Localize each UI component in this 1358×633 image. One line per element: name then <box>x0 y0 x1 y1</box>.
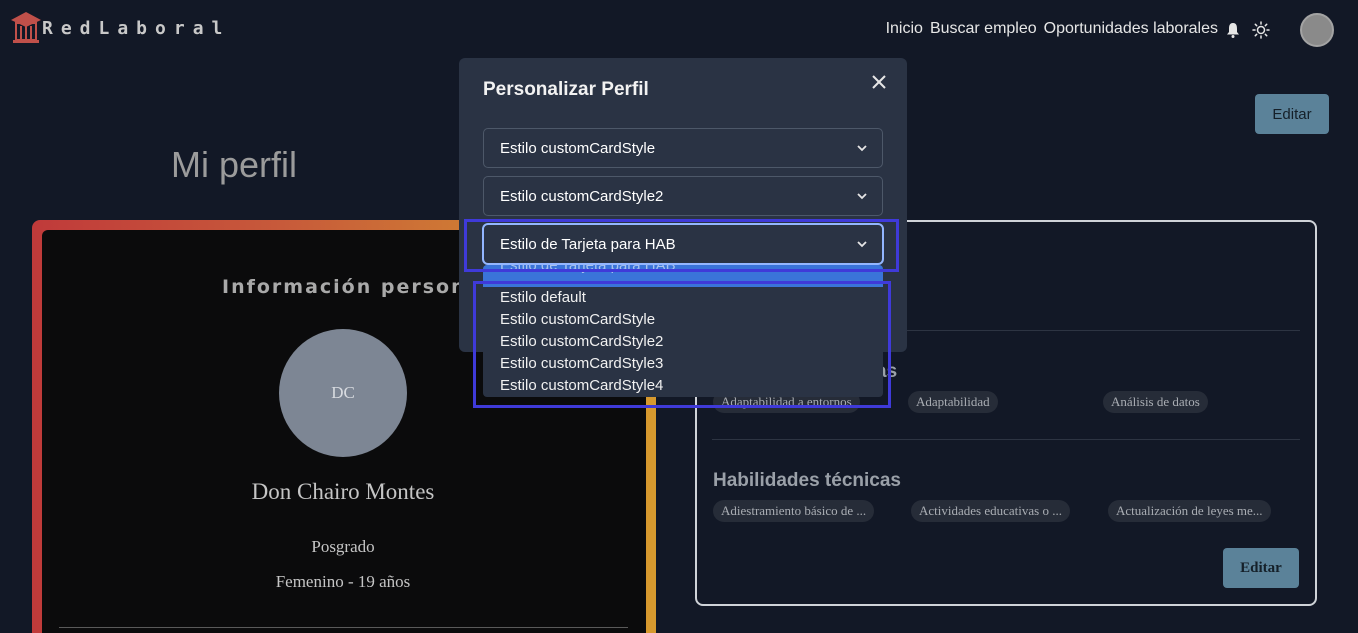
divider <box>59 627 628 628</box>
style-select-1[interactable]: Estilo customCardStyle <box>483 128 883 168</box>
highlight-box <box>473 281 891 408</box>
chevron-down-icon <box>857 193 867 200</box>
modal-title: Personalizar Perfil <box>483 79 649 100</box>
personal-info-title: Información personal <box>222 276 490 298</box>
user-avatar[interactable] <box>1300 13 1334 47</box>
nav-oportunidades[interactable]: Oportunidades laborales <box>1044 20 1218 38</box>
tech-skill-chip: Actualización de leyes me... <box>1108 500 1271 522</box>
edit-skills-button[interactable]: Editar <box>1223 548 1299 588</box>
soft-skill-chip: Análisis de datos <box>1103 391 1208 413</box>
select-value: Estilo customCardStyle <box>500 139 656 157</box>
edit-profile-button[interactable]: Editar <box>1255 94 1329 134</box>
sun-icon[interactable] <box>1252 21 1270 39</box>
chevron-down-icon <box>857 145 867 152</box>
bell-icon[interactable] <box>1226 22 1240 38</box>
brand-name: RedLaboral <box>42 17 231 39</box>
page-title: Mi perfil <box>171 144 298 185</box>
style-select-2[interactable]: Estilo customCardStyle2 <box>483 176 883 216</box>
profile-education: Posgrado <box>311 537 375 556</box>
logo-icon <box>11 12 41 43</box>
soft-skill-chip: Adaptabilidad <box>908 391 998 413</box>
nav-inicio[interactable]: Inicio <box>886 20 923 38</box>
profile-avatar: DC <box>279 329 407 457</box>
highlight-box <box>464 219 899 272</box>
profile-name: Don Chairo Montes <box>251 479 435 504</box>
tech-skill-chip: Actividades educativas o ... <box>911 500 1070 522</box>
brand-logo[interactable]: RedLaboral <box>10 10 230 46</box>
profile-gender-age: Femenino - 19 años <box>275 572 411 591</box>
nav-buscar-empleo[interactable]: Buscar empleo <box>930 20 1037 38</box>
nav-links: Inicio Buscar empleo Oportunidades labor… <box>886 20 1218 38</box>
navbar: RedLaboral Inicio Buscar empleo Oportuni… <box>0 0 1358 62</box>
tech-skill-chip: Adiestramiento básico de ... <box>713 500 875 522</box>
close-icon[interactable] <box>869 72 889 92</box>
divider <box>712 439 1300 440</box>
tech-skills-title: Habilidades técnicas <box>713 470 901 491</box>
select-value: Estilo customCardStyle2 <box>500 187 664 205</box>
